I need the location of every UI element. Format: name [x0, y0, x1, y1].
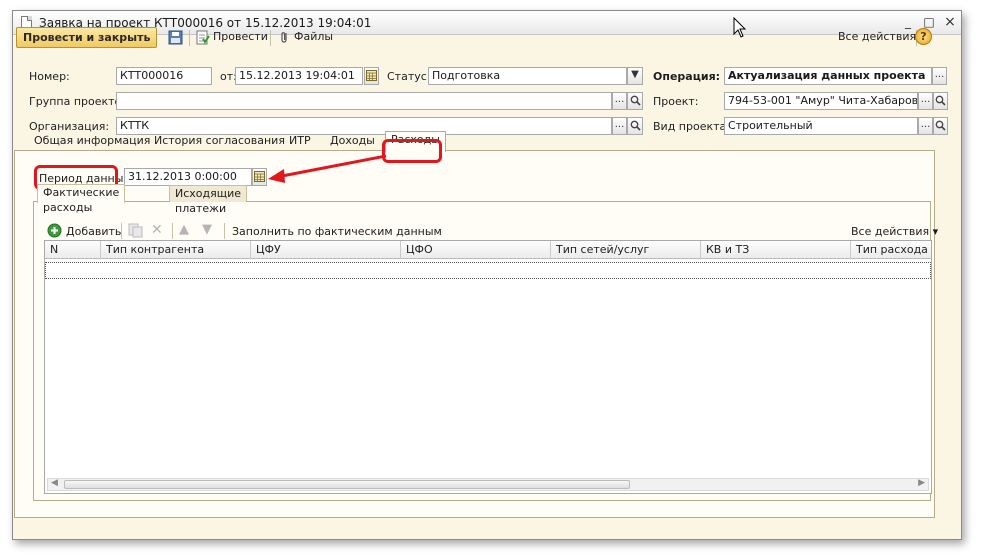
column-header-kv-tz[interactable]: КВ и ТЗ	[701, 241, 851, 259]
help-icon[interactable]: ?	[915, 28, 932, 45]
chevron-down-icon: ▼	[631, 69, 639, 80]
number-field[interactable]: КТТ000016	[116, 67, 212, 85]
files-button[interactable]: Файлы	[294, 30, 333, 43]
status-select[interactable]: Подготовка	[428, 67, 627, 85]
toolbar-separator	[224, 223, 225, 239]
toolbar-separator	[172, 223, 173, 239]
grid-all-actions-menu[interactable]: Все действия ▾	[851, 225, 938, 238]
column-header-expense-type[interactable]: Тип расхода	[851, 241, 931, 259]
toolbar-separator	[189, 30, 190, 46]
scroll-left-icon[interactable]: ◀	[51, 478, 58, 488]
project-group-search-button[interactable]	[627, 92, 643, 110]
operation-label: Операция:	[653, 70, 721, 83]
period-field[interactable]: 31.12.2013 0:00:00	[124, 168, 252, 186]
table-row[interactable]	[45, 262, 931, 279]
tab-approval-history[interactable]: История согласования	[149, 133, 290, 151]
all-actions-menu[interactable]: Все действия ▾	[838, 30, 925, 43]
column-header-cfu[interactable]: ЦФУ	[251, 241, 401, 259]
magnifier-icon	[935, 95, 946, 106]
scrollbar-thumb[interactable]	[64, 480, 630, 489]
post-button[interactable]: Провести	[213, 30, 268, 43]
subtab-outgoing-payments[interactable]: Исходящие платежи	[169, 185, 248, 215]
column-header-network-type[interactable]: Тип сетей/услуг	[551, 241, 701, 259]
operation-choose-button[interactable]: ...	[932, 67, 947, 85]
status-label: Статус:	[387, 70, 431, 83]
scroll-right-icon[interactable]: ▶	[918, 478, 925, 488]
mouse-cursor-icon	[733, 17, 747, 38]
magnifier-icon	[935, 120, 946, 131]
project-choose-button[interactable]: ...	[918, 92, 933, 110]
status-dropdown-button[interactable]: ▼	[627, 67, 643, 85]
post-and-close-button[interactable]: Провести и закрыть	[16, 27, 158, 48]
form-toolbar: Провести и закрыть Провести Файлы Все де…	[14, 27, 934, 49]
move-up-icon[interactable]: ▲	[179, 222, 189, 237]
tab-strip: Общая информация История согласования ИТ…	[14, 131, 934, 152]
tab-general-info[interactable]: Общая информация	[29, 133, 155, 151]
copy-icon[interactable]	[128, 223, 143, 238]
subtab-actual-expenses[interactable]: Фактические расходы	[37, 184, 126, 214]
close-button[interactable]: ×	[943, 15, 957, 29]
column-header-n[interactable]: N	[45, 241, 101, 259]
tab-income[interactable]: Доходы	[325, 133, 380, 151]
tab-itr[interactable]: ИТР	[284, 133, 316, 151]
calendar-button[interactable]	[364, 67, 379, 85]
calendar-icon	[366, 70, 377, 81]
operation-field[interactable]: Актуализация данных проекта	[724, 67, 932, 85]
project-group-choose-button[interactable]: ...	[612, 92, 627, 110]
column-header-cfo[interactable]: ЦФО	[401, 241, 551, 259]
project-group-field[interactable]	[116, 92, 612, 110]
number-label: Номер:	[29, 70, 70, 83]
add-button[interactable]: Добавить	[66, 225, 121, 238]
magnifier-icon	[630, 120, 641, 131]
horizontal-scrollbar[interactable]: ◀ ▶	[47, 478, 929, 491]
paperclip-icon[interactable]	[277, 30, 292, 45]
project-search-button[interactable]	[933, 92, 948, 110]
project-type-search-button[interactable]	[933, 117, 948, 135]
date-field[interactable]: 15.12.2013 19:04:01	[235, 67, 363, 85]
project-label: Проект:	[653, 95, 699, 108]
add-icon[interactable]	[47, 223, 62, 238]
toolbar-separator	[121, 223, 122, 239]
fill-from-actual-button[interactable]: Заполнить по фактическим данным	[232, 225, 442, 238]
save-icon[interactable]	[168, 30, 183, 45]
red-arrow-annotation	[268, 154, 387, 183]
post-document-icon[interactable]	[195, 30, 210, 45]
expenses-table[interactable]: N Тип контрагента ЦФУ ЦФО Тип сетей/услу…	[44, 240, 932, 494]
toolbar-separator	[270, 30, 271, 46]
magnifier-icon	[630, 95, 641, 106]
delete-icon[interactable]: ✕	[151, 222, 163, 238]
move-down-icon[interactable]: ▼	[202, 222, 212, 237]
column-header-counterparty-type[interactable]: Тип контрагента	[101, 241, 251, 259]
table-header: N Тип контрагента ЦФУ ЦФО Тип сетей/услу…	[45, 241, 931, 259]
project-field[interactable]: 794-53-001 "Амур" Чита-Хабаровск	[724, 92, 918, 110]
